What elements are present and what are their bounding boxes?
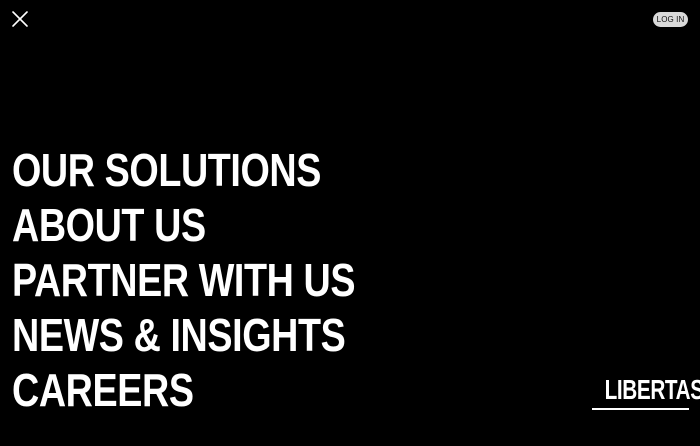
login-button[interactable]: LOG IN bbox=[653, 12, 688, 27]
main-menu: OUR SOLUTIONS ABOUT US PARTNER WITH US N… bbox=[12, 143, 430, 418]
menu-item-our-solutions[interactable]: OUR SOLUTIONS bbox=[12, 143, 355, 198]
brand-name: LIBERTAS bbox=[604, 374, 700, 405]
close-icon-graphic bbox=[12, 11, 28, 27]
menu-item-partner-with-us[interactable]: PARTNER WITH US bbox=[12, 253, 356, 308]
menu-item-news-insights[interactable]: NEWS & INSIGHTS bbox=[12, 308, 355, 363]
brand-logo[interactable]: LIBERTAS bbox=[592, 374, 700, 410]
brand-underline bbox=[592, 408, 689, 410]
menu-item-careers[interactable]: CAREERS bbox=[12, 363, 355, 418]
menu-item-about-us[interactable]: ABOUT US bbox=[12, 198, 355, 253]
close-icon[interactable] bbox=[10, 9, 30, 29]
